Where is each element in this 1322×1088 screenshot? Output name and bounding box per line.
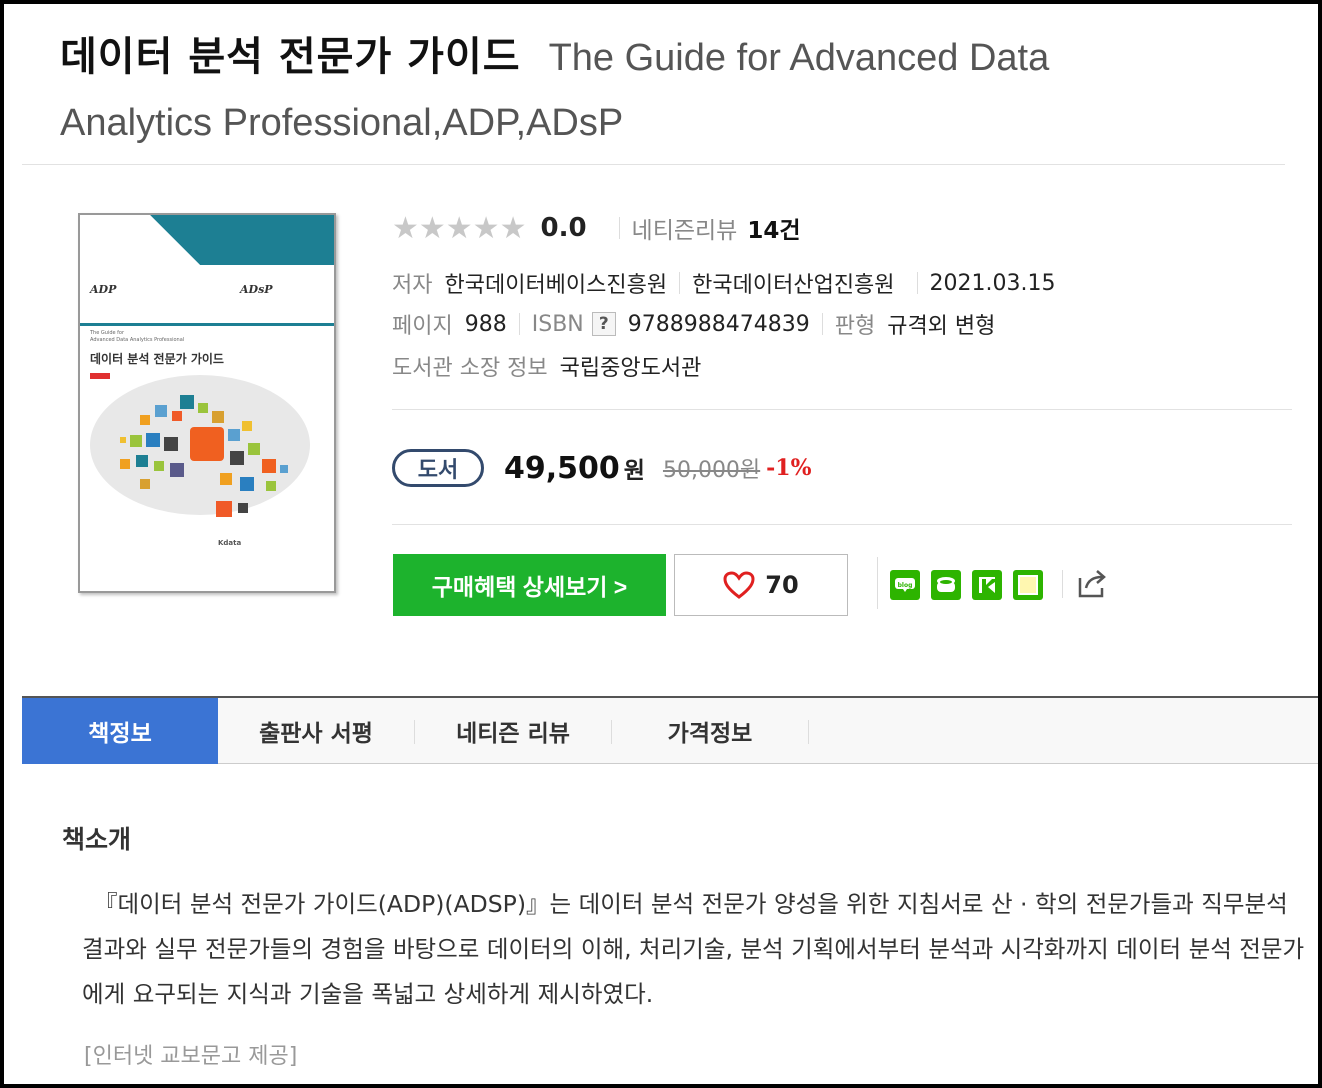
isbn-label: ISBN [531, 311, 584, 337]
author-link-2[interactable]: 한국데이터산업진흥원 [692, 267, 894, 299]
pages-value: 988 [464, 311, 507, 337]
cover-logo-adp: ADP [89, 283, 117, 296]
book-title: 데이터 분석 전문가 가이드 The Guide for Advanced Dat… [60, 28, 1260, 159]
star-icon: ★★★★★ [392, 210, 527, 246]
discount-rate: -1% [766, 455, 812, 481]
kakao-share-icon[interactable] [972, 570, 1002, 600]
author-label: 저자 [392, 273, 433, 298]
library-label: 도서관 소장 정보 [392, 356, 548, 381]
title-divider [22, 164, 1285, 165]
review-count-link[interactable]: 14건 [747, 211, 800, 245]
purchase-benefit-button[interactable]: 구매혜택 상세보기 > [393, 554, 666, 616]
sale-price: 49,500 [504, 450, 620, 486]
library-link[interactable]: 국립중앙도서관 [560, 350, 702, 382]
share-icon[interactable] [1076, 567, 1110, 601]
blog-share-icon[interactable]: blog [890, 570, 920, 600]
cover-small-text-1: The Guide for [89, 330, 125, 336]
cover-small-text-2: Advanced Data Analytics Professional [90, 337, 184, 343]
book-type-badge: 도서 [392, 449, 484, 487]
info-divider [392, 409, 1292, 410]
cover-logo-adsp: ADsP [239, 283, 273, 296]
intro-source: [인터넷 교보문고 제공] [84, 1044, 298, 1069]
price-divider [392, 524, 1292, 525]
book-title-english-1: The Guide for Advanced Data [548, 37, 1050, 79]
divider [821, 313, 823, 335]
book-title-english-2: Analytics Professional,ADP,ADsP [60, 102, 624, 144]
intro-heading: 책소개 [62, 825, 132, 854]
heart-icon [723, 571, 755, 599]
isbn-help-icon[interactable]: ? [591, 312, 616, 336]
cafe-share-icon[interactable] [931, 570, 961, 600]
like-count: 70 [765, 571, 799, 599]
tab-publisher-review[interactable]: 출판사 서평 [218, 698, 414, 764]
tab-bar: 책정보 출판사 서평 네티즌 리뷰 가격정보 [22, 696, 1318, 764]
book-cover-image[interactable]: ADP ADsP The Guide for Advanced Data Ana… [78, 213, 336, 593]
review-label: 네티즌리뷰 [631, 218, 738, 244]
original-price: 50,000원 [662, 458, 761, 483]
cover-title: 데이터 분석 전문가 가이드 [90, 351, 224, 366]
pages-label: 페이지 [392, 314, 453, 339]
divider [679, 272, 681, 294]
like-button[interactable]: 70 [674, 554, 848, 616]
book-cover-art: ADP ADsP The Guide for Advanced Data Ana… [80, 215, 334, 591]
rating-row: ★★★★★ 0.0 네티즌리뷰 14건 [392, 210, 801, 246]
currency-unit: 원 [623, 458, 645, 484]
tab-book-info[interactable]: 책정보 [22, 698, 218, 764]
price-row: 도서 49,500 원 50,000원 -1% [392, 444, 812, 492]
page-isbn-row: 페이지 988 ISBN ? 9788988474839 판형 규격외 변형 [392, 307, 995, 341]
library-row: 도서관 소장 정보 국립중앙도서관 [392, 349, 701, 383]
divider [618, 217, 620, 239]
cover-publisher-logo: Kdata [218, 539, 242, 547]
page-frame: 데이터 분석 전문가 가이드 The Guide for Advanced Dat… [0, 0, 1322, 1088]
action-divider [877, 557, 878, 609]
memo-share-icon[interactable] [1013, 570, 1043, 600]
publish-date: 2021.03.15 [929, 270, 1056, 296]
isbn-value: 9788988474839 [627, 311, 810, 337]
svg-text:blog: blog [898, 582, 913, 589]
rating-score: 0.0 [540, 213, 587, 243]
tab-divider [808, 720, 809, 744]
author-row: 저자 한국데이터베이스진흥원 한국데이터산업진흥원 2021.03.15 [392, 266, 1056, 300]
author-link-1[interactable]: 한국데이터베이스진흥원 [444, 267, 667, 299]
divider [916, 272, 918, 294]
format-value: 규격외 변형 [887, 314, 996, 339]
tab-price-info[interactable]: 가격정보 [612, 698, 808, 764]
divider [518, 313, 520, 335]
tab-netizen-review[interactable]: 네티즌 리뷰 [415, 698, 611, 764]
share-divider [1062, 570, 1063, 598]
intro-body: 『데이터 분석 전문가 가이드(ADP)(ADSP)』는 데이터 분석 전문가 … [82, 890, 1305, 1008]
format-label: 판형 [834, 314, 876, 339]
book-title-korean: 데이터 분석 전문가 가이드 [60, 34, 521, 80]
